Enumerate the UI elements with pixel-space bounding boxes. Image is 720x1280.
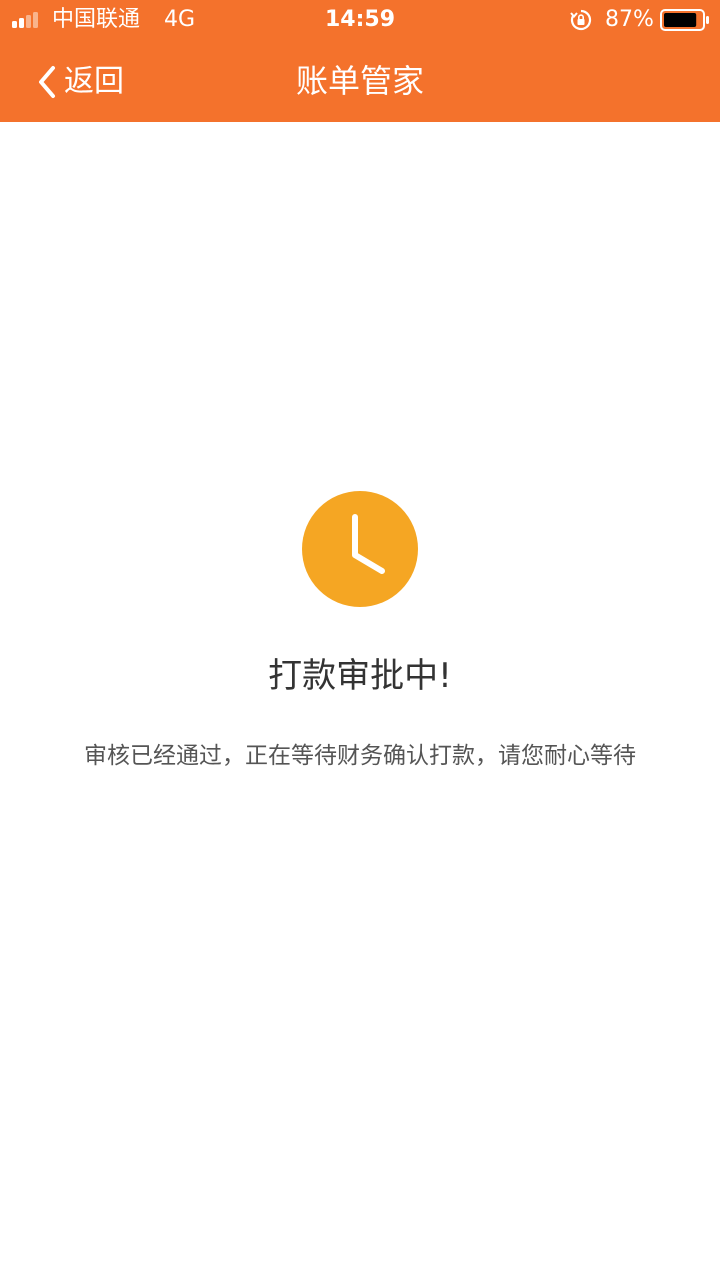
header: 中国联通 4G 14:59 87% 返回 账单管家 <box>0 0 720 122</box>
status-bar: 中国联通 4G 14:59 87% <box>0 0 720 40</box>
battery-icon <box>660 9 709 31</box>
status-title: 打款审批中! <box>268 656 452 696</box>
orientation-lock-icon <box>570 9 592 31</box>
battery-percent: 87% <box>605 7 654 32</box>
clock-icon <box>302 491 418 607</box>
page-title: 账单管家 <box>295 62 424 100</box>
status-description: 审核已经通过，正在等待财务确认打款，请您耐心等待 <box>84 743 636 769</box>
screen: 中国联通 4G 14:59 87% 返回 账单管家 打款审批中! 审核已经通过，… <box>0 0 720 1280</box>
nav-bar: 返回 账单管家 <box>0 40 720 122</box>
